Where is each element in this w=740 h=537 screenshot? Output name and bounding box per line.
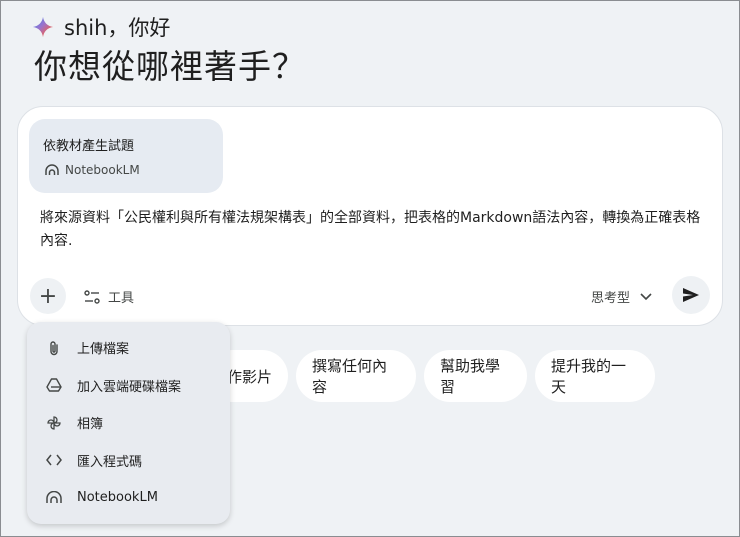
suggestion-chip[interactable]: 幫助我學習 bbox=[424, 350, 527, 402]
notebooklm-icon bbox=[45, 164, 59, 175]
prompt-composer: 依教材產生試題 NotebookLM 將來源資料「公民權利與所有權法規架構表」的… bbox=[17, 106, 723, 326]
add-button[interactable]: + bbox=[30, 278, 66, 314]
suggestion-chip[interactable]: 提升我的一天 bbox=[535, 350, 655, 402]
send-icon bbox=[683, 288, 699, 302]
menu-item-photos[interactable]: 相簿 bbox=[27, 404, 230, 442]
suggestion-chip[interactable]: 撰寫任何內容 bbox=[296, 350, 416, 402]
drive-icon bbox=[45, 376, 63, 394]
plus-icon: + bbox=[38, 283, 58, 309]
add-menu: 上傳檔案 加入雲端硬碟檔案 相簿 匯入程式碼 NotebookLM bbox=[27, 322, 230, 524]
menu-item-drive[interactable]: 加入雲端硬碟檔案 bbox=[27, 367, 230, 405]
source-chip-title: 依教材產生試題 bbox=[43, 139, 135, 154]
tools-button[interactable]: 工具 bbox=[84, 287, 134, 306]
code-icon bbox=[45, 451, 63, 469]
source-chip-source: NotebookLM bbox=[45, 163, 140, 177]
menu-item-label: 匯入程式碼 bbox=[77, 454, 143, 470]
menu-item-notebooklm[interactable]: NotebookLM bbox=[27, 479, 230, 517]
send-button[interactable] bbox=[672, 276, 710, 314]
model-label: 思考型 bbox=[590, 291, 630, 306]
source-chip-source-label: NotebookLM bbox=[65, 163, 140, 177]
source-chip[interactable]: 依教材產生試題 NotebookLM bbox=[29, 119, 223, 193]
tools-label: 工具 bbox=[108, 291, 135, 306]
menu-item-label: 加入雲端硬碟檔案 bbox=[77, 379, 182, 395]
notebooklm-icon bbox=[45, 489, 63, 507]
menu-item-upload[interactable]: 上傳檔案 bbox=[27, 329, 230, 367]
prompt-input[interactable]: 將來源資料「公民權利與所有權法規架構表」的全部資料，把表格的Markdown語法… bbox=[40, 207, 706, 253]
gemini-sparkle-icon bbox=[32, 16, 54, 38]
menu-item-import-code[interactable]: 匯入程式碼 bbox=[27, 442, 230, 480]
model-selector[interactable]: 思考型 bbox=[591, 287, 652, 306]
menu-item-label: 上傳檔案 bbox=[77, 342, 130, 358]
greeting: shih，你好 bbox=[32, 12, 170, 42]
page-title: 你想從哪裡著手？ bbox=[34, 47, 306, 86]
photos-icon bbox=[45, 414, 63, 432]
menu-item-label: 相簿 bbox=[77, 417, 104, 433]
chevron-down-icon bbox=[640, 292, 652, 300]
menu-item-label: NotebookLM bbox=[77, 490, 158, 506]
greeting-text: shih，你好 bbox=[64, 16, 171, 40]
paperclip-icon bbox=[45, 339, 63, 357]
tools-icon bbox=[84, 289, 100, 304]
